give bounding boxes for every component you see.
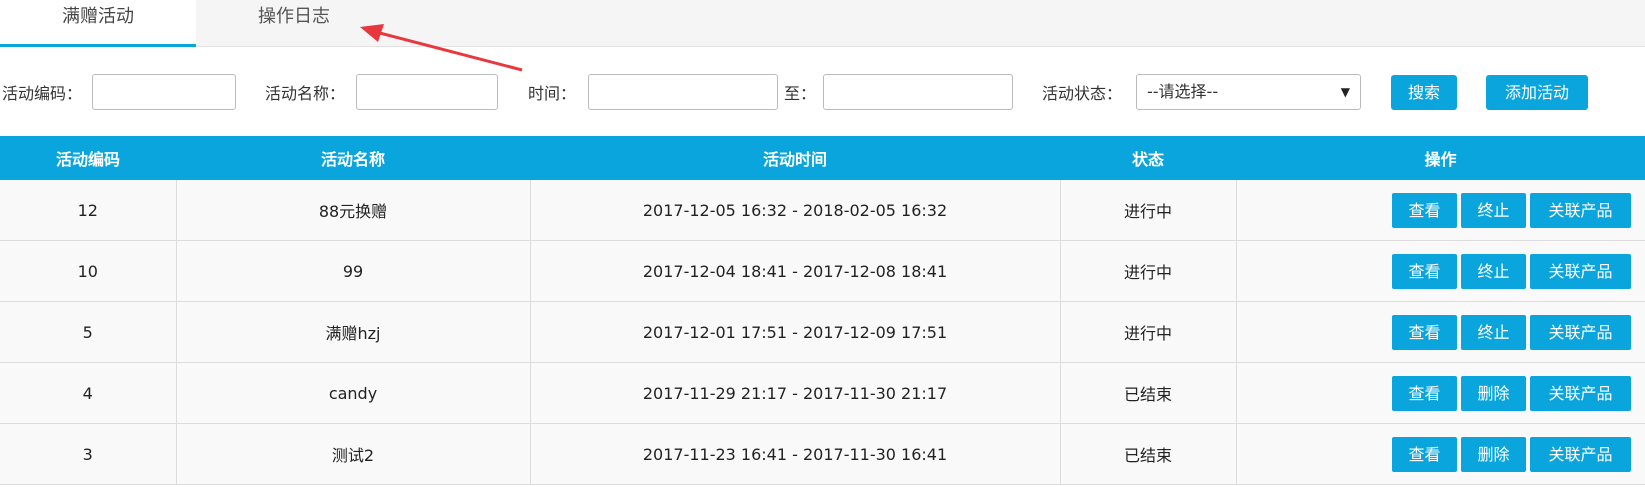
add-activity-button[interactable]: 添加活动 — [1486, 75, 1588, 110]
cell-code: 5 — [0, 301, 177, 363]
header-name: 活动名称 — [176, 136, 530, 180]
view-button[interactable]: 查看 — [1392, 253, 1457, 289]
cell-status: 进行中 — [1060, 180, 1237, 241]
cell-actions: 查看 终止 关联产品 — [1236, 240, 1645, 302]
cell-time: 2017-11-29 21:17 - 2017-11-30 21:17 — [530, 362, 1061, 424]
view-button[interactable]: 查看 — [1392, 375, 1457, 411]
activity-table: 活动编码 活动名称 活动时间 状态 操作 12 88元换赠 2017-12-05… — [0, 136, 1645, 485]
cell-name: candy — [176, 362, 531, 424]
end-time-input[interactable] — [823, 74, 1013, 110]
cell-actions: 查看 删除 关联产品 — [1236, 423, 1645, 485]
tab-operation-log[interactable]: 操作日志 — [196, 0, 392, 46]
cell-time: 2017-12-01 17:51 - 2017-12-09 17:51 — [530, 301, 1061, 363]
table-header-row: 活动编码 活动名称 活动时间 状态 操作 — [0, 136, 1645, 180]
tab-bar: 满赠活动 操作日志 — [0, 0, 1645, 47]
cell-code: 10 — [0, 240, 177, 302]
activity-code-input[interactable] — [92, 74, 236, 110]
cell-name: 88元换赠 — [176, 180, 531, 241]
name-label: 活动名称： — [265, 84, 346, 103]
cell-code: 3 — [0, 423, 177, 485]
table-row: 10 99 2017-12-04 18:41 - 2017-12-08 18:4… — [0, 240, 1645, 302]
table-row: 12 88元换赠 2017-12-05 16:32 - 2018-02-05 1… — [0, 180, 1645, 241]
stop-button[interactable]: 终止 — [1461, 253, 1526, 289]
cell-time: 2017-11-23 16:41 - 2017-11-30 16:41 — [530, 423, 1061, 485]
view-button[interactable]: 查看 — [1392, 314, 1457, 350]
cell-actions: 查看 终止 关联产品 — [1236, 301, 1645, 363]
caret-down-icon: ▼ — [1340, 85, 1350, 99]
delete-button[interactable]: 删除 — [1461, 375, 1526, 411]
cell-code: 4 — [0, 362, 177, 424]
link-products-button[interactable]: 关联产品 — [1530, 314, 1631, 350]
cell-actions: 查看 终止 关联产品 — [1236, 180, 1645, 241]
to-label: 至： — [784, 84, 817, 103]
tab-gift-activity[interactable]: 满赠活动 — [0, 0, 196, 47]
table-row: 4 candy 2017-11-29 21:17 - 2017-11-30 21… — [0, 362, 1645, 424]
cell-time: 2017-12-04 18:41 - 2017-12-08 18:41 — [530, 240, 1061, 302]
cell-code: 12 — [0, 180, 177, 241]
cell-status: 进行中 — [1060, 301, 1237, 363]
stop-button[interactable]: 终止 — [1461, 192, 1526, 228]
activity-name-input[interactable] — [356, 74, 498, 110]
status-label: 活动状态： — [1042, 84, 1123, 103]
link-products-button[interactable]: 关联产品 — [1530, 375, 1631, 411]
time-label: 时间： — [528, 84, 577, 103]
view-button[interactable]: 查看 — [1392, 436, 1457, 472]
cell-time: 2017-12-05 16:32 - 2018-02-05 16:32 — [530, 180, 1061, 241]
filter-bar: 活动编码： 活动名称： 时间： 至： 活动状态： --请选择-- ▼ 搜索 添加… — [0, 74, 1645, 114]
table-row: 3 测试2 2017-11-23 16:41 - 2017-11-30 16:4… — [0, 423, 1645, 485]
cell-status: 已结束 — [1060, 423, 1237, 485]
header-status: 状态 — [1060, 136, 1236, 180]
link-products-button[interactable]: 关联产品 — [1530, 192, 1631, 228]
cell-name: 满赠hzj — [176, 301, 531, 363]
link-products-button[interactable]: 关联产品 — [1530, 253, 1631, 289]
header-actions: 操作 — [1236, 136, 1645, 180]
cell-name: 99 — [176, 240, 531, 302]
table-row: 5 满赠hzj 2017-12-01 17:51 - 2017-12-09 17… — [0, 301, 1645, 363]
cell-status: 已结束 — [1060, 362, 1237, 424]
view-button[interactable]: 查看 — [1392, 192, 1457, 228]
search-button[interactable]: 搜索 — [1391, 75, 1457, 110]
header-time: 活动时间 — [530, 136, 1060, 180]
header-code: 活动编码 — [0, 136, 176, 180]
link-products-button[interactable]: 关联产品 — [1530, 436, 1631, 472]
status-select[interactable]: --请选择-- ▼ — [1136, 74, 1361, 110]
delete-button[interactable]: 删除 — [1461, 436, 1526, 472]
cell-status: 进行中 — [1060, 240, 1237, 302]
cell-name: 测试2 — [176, 423, 531, 485]
status-select-value: --请选择-- — [1147, 82, 1219, 101]
cell-actions: 查看 删除 关联产品 — [1236, 362, 1645, 424]
code-label: 活动编码： — [2, 84, 83, 103]
stop-button[interactable]: 终止 — [1461, 314, 1526, 350]
start-time-input[interactable] — [588, 74, 778, 110]
